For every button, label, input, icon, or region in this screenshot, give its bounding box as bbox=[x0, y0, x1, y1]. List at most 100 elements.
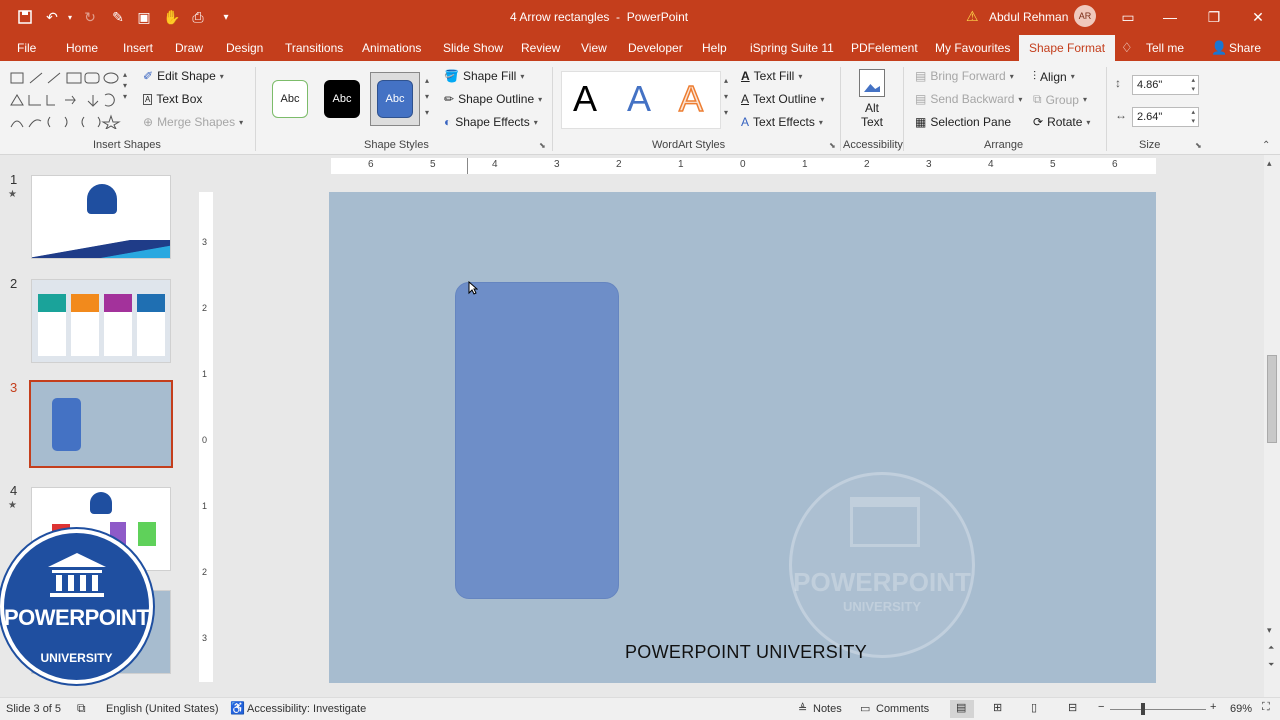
size-launcher-icon[interactable]: ⬊ bbox=[1195, 141, 1202, 150]
accessibility-icon[interactable]: ♿ bbox=[230, 701, 245, 715]
ruler-tick-label: 1 bbox=[202, 369, 208, 379]
undo-icon[interactable]: ↶ bbox=[42, 7, 62, 27]
edit-shape-button[interactable]: ✐ Edit Shape ▾ bbox=[143, 69, 224, 83]
tab-shape-format[interactable]: Shape Format bbox=[1019, 35, 1116, 61]
merge-shapes-button[interactable]: ⊕ Merge Shapes ▾ bbox=[143, 115, 243, 129]
format-painter-icon[interactable]: ✎ bbox=[108, 7, 128, 27]
user-name[interactable]: Abdul Rehman bbox=[989, 10, 1068, 24]
zoom-in-icon[interactable]: + bbox=[1210, 701, 1216, 713]
wordart-style-orange[interactable]: A bbox=[678, 78, 704, 120]
tab-pdfelement[interactable]: PDFelement bbox=[851, 35, 918, 61]
language-indicator[interactable]: English (United States) bbox=[106, 703, 219, 715]
avatar[interactable]: AR bbox=[1074, 5, 1096, 27]
shapes-gallery-scroll-icon[interactable]: ▴ ▾ ▾ bbox=[123, 69, 127, 102]
restore-icon[interactable]: ❐ bbox=[1204, 7, 1224, 27]
redo-icon[interactable]: ↻ bbox=[80, 7, 100, 27]
text-fill-button[interactable]: A Text Fill ▾ bbox=[741, 69, 802, 83]
zoom-slider[interactable] bbox=[1110, 709, 1206, 710]
slide-canvas[interactable]: POWERPOINT UNIVERSITY bbox=[329, 192, 1156, 683]
slide-thumbnail-3[interactable] bbox=[29, 380, 173, 468]
shape-style-black[interactable]: Abc bbox=[324, 80, 360, 118]
tab-draw[interactable]: Draw bbox=[175, 35, 203, 61]
customize-toolbar-icon[interactable]: ▾ bbox=[216, 7, 236, 27]
alt-text-button[interactable]: Alt Text bbox=[853, 69, 891, 135]
next-slide-icon[interactable]: ⏷ bbox=[1268, 660, 1274, 670]
zoom-out-icon[interactable]: − bbox=[1098, 701, 1104, 713]
tab-transitions[interactable]: Transitions bbox=[285, 35, 343, 61]
notes-button[interactable]: Notes bbox=[813, 703, 842, 715]
wordart-launcher-icon[interactable]: ⬊ bbox=[829, 141, 836, 150]
shape-width-input[interactable]: 2.64" ▴ ▾ bbox=[1132, 107, 1199, 127]
rotate-button[interactable]: ⟳ Rotate ▾ bbox=[1033, 115, 1090, 129]
shape-styles-launcher-icon[interactable]: ⬊ bbox=[539, 141, 546, 150]
height-spinner-icon[interactable]: ▴ ▾ bbox=[1191, 76, 1195, 94]
tab-slide-show[interactable]: Slide Show bbox=[443, 35, 503, 61]
vertical-ruler[interactable]: 3 2 1 0 1 2 3 bbox=[199, 192, 213, 682]
zoom-slider-thumb[interactable] bbox=[1141, 703, 1145, 715]
accessibility-status[interactable]: Accessibility: Investigate bbox=[247, 703, 366, 715]
touch-mode-icon[interactable]: ✋ bbox=[162, 7, 182, 27]
tab-file[interactable]: File bbox=[17, 35, 36, 61]
wordart-scroll-icon[interactable]: ▴ ▾ ▾ bbox=[724, 73, 728, 121]
tell-me-search[interactable]: Tell me bbox=[1146, 35, 1184, 61]
slide-show-icon[interactable]: ⊟ bbox=[1068, 701, 1077, 714]
tab-review[interactable]: Review bbox=[521, 35, 560, 61]
close-icon[interactable]: ✕ bbox=[1248, 7, 1268, 27]
tab-developer[interactable]: Developer bbox=[628, 35, 683, 61]
fit-to-window-icon[interactable]: ⛶ bbox=[1262, 701, 1270, 714]
wordart-style-blue[interactable]: A bbox=[627, 79, 651, 119]
tab-my-favourites[interactable]: My Favourites bbox=[935, 35, 1010, 61]
wordart-style-black[interactable]: A bbox=[573, 79, 597, 119]
shape-style-blue[interactable]: Abc bbox=[377, 80, 413, 118]
shape-outline-button[interactable]: ✏ Shape Outline ▾ bbox=[444, 92, 542, 106]
tab-animations[interactable]: Animations bbox=[362, 35, 421, 61]
tab-home[interactable]: Home bbox=[66, 35, 98, 61]
print-preview-icon[interactable]: ⎙ bbox=[188, 7, 208, 27]
shape-styles-scroll-icon[interactable]: ▴ ▾ ▾ bbox=[425, 73, 429, 121]
selection-pane-button[interactable]: ▦ Selection Pane bbox=[915, 115, 1011, 129]
collapse-ribbon-icon[interactable]: ⌃ bbox=[1262, 140, 1270, 151]
slide-sorter-icon[interactable]: ⊞ bbox=[993, 701, 1002, 714]
align-button[interactable]: ⫶ Align ▾ bbox=[1033, 69, 1075, 84]
shape-style-white[interactable]: Abc bbox=[272, 80, 308, 118]
slide-thumbnail-2[interactable] bbox=[31, 279, 171, 363]
normal-view-icon[interactable]: ▤ bbox=[950, 700, 974, 718]
text-outline-button[interactable]: A Text Outline ▾ bbox=[741, 92, 824, 106]
horizontal-ruler[interactable]: 6 5 4 3 2 1 0 1 2 3 4 5 6 bbox=[331, 158, 1156, 174]
rounded-rectangle-shape[interactable] bbox=[455, 282, 619, 599]
tab-help[interactable]: Help bbox=[702, 35, 727, 61]
tab-design[interactable]: Design bbox=[226, 35, 263, 61]
shape-effects-button[interactable]: ◐ Shape Effects ▾ bbox=[444, 115, 538, 129]
ribbon-display-options-icon[interactable]: ▭ bbox=[1118, 7, 1138, 27]
share-button[interactable]: Share bbox=[1229, 35, 1261, 61]
scroll-thumb[interactable] bbox=[1267, 355, 1277, 443]
notes-icon[interactable]: ≜ bbox=[798, 702, 807, 715]
zoom-level[interactable]: 69% bbox=[1230, 703, 1252, 715]
tab-insert[interactable]: Insert bbox=[123, 35, 153, 61]
slide-thumbnail-1[interactable] bbox=[31, 175, 171, 259]
comments-button[interactable]: Comments bbox=[876, 703, 929, 715]
slide-footer-text[interactable]: POWERPOINT UNIVERSITY bbox=[625, 642, 867, 663]
save-icon[interactable] bbox=[15, 7, 35, 27]
undo-dropdown-icon[interactable]: ▾ bbox=[60, 7, 80, 27]
shape-fill-button[interactable]: 🪣 Shape Fill ▾ bbox=[444, 69, 524, 83]
scroll-up-icon[interactable]: ▴ bbox=[1267, 158, 1272, 169]
spelling-check-icon[interactable]: ⧉ bbox=[77, 701, 86, 716]
reading-view-icon[interactable]: ▯ bbox=[1031, 701, 1037, 714]
tab-view[interactable]: View bbox=[581, 35, 607, 61]
group-button[interactable]: ⧉ Group ▾ bbox=[1033, 92, 1087, 107]
minimize-icon[interactable]: — bbox=[1160, 7, 1180, 27]
previous-slide-icon[interactable]: ⏶ bbox=[1268, 643, 1274, 653]
text-effects-button[interactable]: A Text Effects ▾ bbox=[741, 115, 823, 129]
send-backward-button[interactable]: ▤ Send Backward ▾ bbox=[915, 92, 1022, 106]
shape-height-input[interactable]: 4.86" ▴ ▾ bbox=[1132, 75, 1199, 95]
shapes-gallery[interactable] bbox=[8, 69, 134, 131]
width-spinner-icon[interactable]: ▴ ▾ bbox=[1191, 108, 1195, 126]
bring-forward-button[interactable]: ▤ Bring Forward ▾ bbox=[915, 69, 1014, 83]
scroll-down-icon[interactable]: ▾ bbox=[1267, 625, 1272, 636]
vertical-scrollbar[interactable]: ▴ ▾ ⏶ ⏷ bbox=[1264, 155, 1280, 697]
comments-icon[interactable]: ▭ bbox=[860, 702, 870, 715]
text-box-button[interactable]: A Text Box bbox=[143, 92, 202, 106]
start-from-beginning-icon[interactable]: ▣ bbox=[134, 7, 154, 27]
tab-ispring[interactable]: iSpring Suite 11 bbox=[750, 35, 834, 61]
